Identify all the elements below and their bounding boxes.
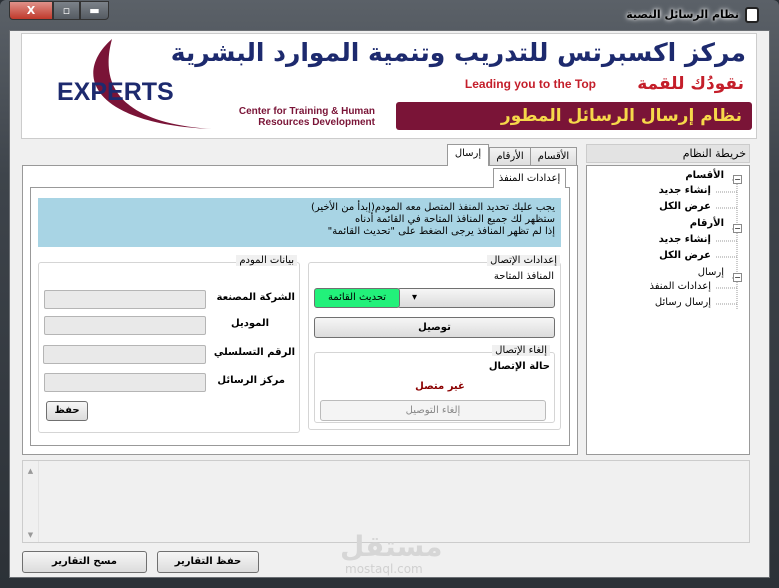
connection-status: غير متصل xyxy=(415,381,465,392)
model-label: الموديل xyxy=(231,318,269,329)
system-name-banner: نظام إرسال الرسائل المطور xyxy=(396,102,752,130)
serial-number-label: الرقم التسلسلي xyxy=(213,347,295,358)
banner: EXPERTS Center for Training & Human Resou… xyxy=(21,33,757,139)
logo-text: EXPERTS xyxy=(57,78,174,106)
disconnect-legend: إلغاء الإتصال xyxy=(492,345,550,356)
tree-item-numbers-all[interactable]: عرض الكل xyxy=(659,250,711,261)
tree-item-sections-new[interactable]: إنشاء جديد xyxy=(659,185,711,196)
chevron-down-icon: ▾ xyxy=(412,292,418,303)
tree-item-sections-all[interactable]: عرض الكل xyxy=(659,201,711,212)
title-bar[interactable]: X ▫ ▬ نظام الرسائل النصية xyxy=(0,0,779,30)
status-label: حالة الإتصال xyxy=(488,361,550,372)
minimize-button[interactable]: ▬ xyxy=(80,1,109,20)
slogan-ar: نقودُك للقمة xyxy=(637,74,744,94)
connection-settings-legend: إعدادات الإتصال xyxy=(487,255,560,266)
watermark-ar: مستقل xyxy=(340,530,443,563)
sitemap-tree: − الأقسام إنشاء جديد عرض الكل − الأرقام … xyxy=(586,165,750,455)
tree-item-numbers-new[interactable]: إنشاء جديد xyxy=(659,234,711,245)
banner-headline: مركز اكسبرتس للتدريب وتنمية الموارد البش… xyxy=(170,38,746,67)
ports-dropdown[interactable]: ▾ xyxy=(397,288,555,308)
collapse-icon[interactable]: − xyxy=(733,175,742,184)
window-title: نظام الرسائل النصية xyxy=(626,8,739,21)
collapse-icon[interactable]: − xyxy=(733,224,742,233)
info-box: يجب عليك تحديد المنفذ المتصل معه المودم(… xyxy=(38,198,561,247)
tree-item-send-messages[interactable]: إرسال رسائل xyxy=(655,297,711,308)
scroll-down-icon[interactable]: ▼ xyxy=(23,531,38,539)
sitemap-title: خريطة النظام xyxy=(586,144,750,163)
scroll-up-icon[interactable]: ▲ xyxy=(23,467,38,475)
save-modem-button[interactable]: حفظ xyxy=(46,401,88,421)
tree-node-send[interactable]: إرسال xyxy=(698,267,724,278)
model-field[interactable] xyxy=(44,316,206,335)
tab-sections[interactable]: الأقسام xyxy=(530,147,577,165)
collapse-icon[interactable]: − xyxy=(733,273,742,282)
manufacturer-label: الشركة المصنعة xyxy=(216,292,295,303)
tab-numbers[interactable]: الأرقام xyxy=(489,147,531,165)
save-reports-button[interactable]: حفظ التقارير xyxy=(157,551,259,573)
connect-button[interactable]: توصيل xyxy=(314,317,555,338)
tree-item-port-settings[interactable]: إعدادات المنفذ xyxy=(649,281,711,292)
subtab-port-settings[interactable]: إعدادات المنفذ xyxy=(493,168,566,188)
modem-info-legend: بيانات المودم xyxy=(236,255,297,266)
close-button[interactable]: X xyxy=(9,1,53,20)
serial-number-field[interactable] xyxy=(43,345,206,364)
ports-label: المنافذ المتاحة xyxy=(493,271,554,282)
logo-subtitle: Center for Training & Human Resources Dev… xyxy=(238,106,375,128)
manufacturer-field[interactable] xyxy=(44,290,206,309)
tab-send[interactable]: إرسال xyxy=(447,144,489,166)
disconnect-button[interactable]: إلغاء التوصيل xyxy=(320,400,546,421)
tree-node-numbers[interactable]: الأرقام xyxy=(690,218,724,229)
app-icon xyxy=(745,7,759,23)
message-center-label: مركز الرسائل xyxy=(217,375,285,386)
clear-reports-button[interactable]: مسح التقارير xyxy=(22,551,147,573)
tree-node-sections[interactable]: الأقسام xyxy=(685,170,724,181)
maximize-button[interactable]: ▫ xyxy=(53,1,80,20)
message-center-field[interactable] xyxy=(44,373,206,392)
watermark-en: mostaql.com xyxy=(345,562,423,576)
log-scrollbar[interactable]: ▲ ▼ xyxy=(23,461,39,542)
refresh-list-button[interactable]: تحديث القائمة xyxy=(314,288,400,308)
slogan-en: Leading you to the Top xyxy=(464,77,596,91)
